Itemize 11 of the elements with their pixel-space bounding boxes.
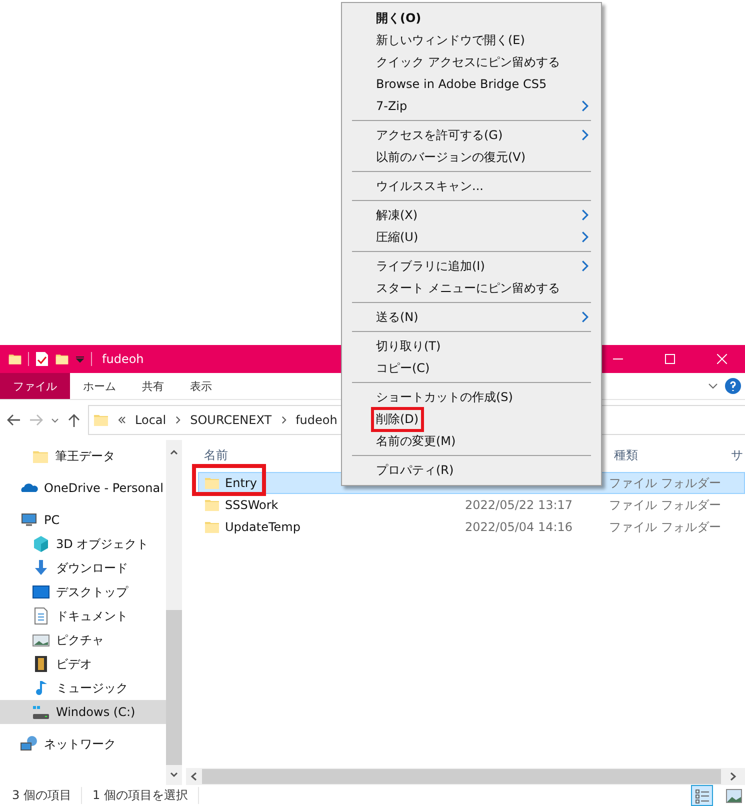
- file-name: SSSWork: [225, 498, 278, 512]
- status-text: 3 個の項目: [12, 787, 82, 804]
- modified-date: 2022/05/04 14:16: [465, 520, 574, 534]
- status-text: 1 個の項目を選択: [92, 787, 199, 804]
- modified-date: 2022/05/22 13:17: [465, 498, 574, 512]
- file-type: ファイル フォルダー: [609, 518, 722, 536]
- file-name: UpdateTemp: [225, 520, 300, 534]
- window-title: fudeoh: [102, 352, 145, 366]
- file-type: ファイル フォルダー: [609, 496, 722, 514]
- file-name: Entry: [225, 476, 257, 490]
- file-type: ファイル フォルダー: [609, 474, 722, 492]
